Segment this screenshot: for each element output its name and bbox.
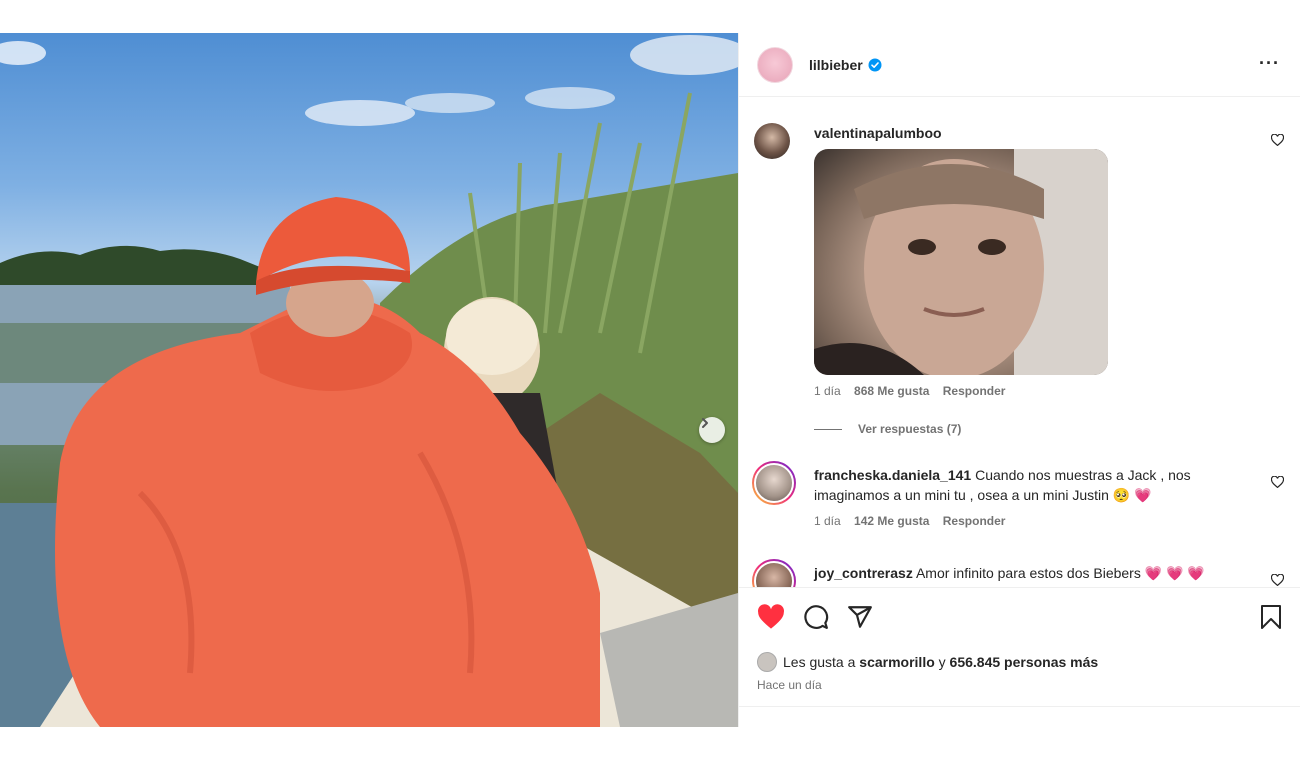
comment-likes[interactable]: 142 Me gusta [854, 514, 929, 528]
action-buttons [757, 604, 873, 630]
liker-avatar[interactable] [757, 652, 777, 672]
bookmark-icon[interactable] [1259, 604, 1283, 630]
comment-image[interactable] [814, 149, 1108, 375]
reply-button[interactable]: Responder [943, 514, 1006, 528]
post-panel: lilbieber ··· valentinapalumboo 1 día 86… [738, 33, 1300, 727]
commenter-avatar[interactable] [752, 461, 796, 505]
likes-count[interactable]: 656.845 personas más [950, 654, 1099, 670]
add-comment-area[interactable] [739, 706, 1300, 727]
reply-button[interactable]: Responder [943, 384, 1006, 398]
commenter-username[interactable]: joy_contrerasz [814, 565, 913, 581]
comment-icon[interactable] [803, 604, 829, 630]
likes-prefix: Les gusta a [783, 654, 856, 670]
likes-summary[interactable]: Les gusta a scarmorillo y 656.845 person… [757, 652, 1098, 672]
commenter-username[interactable]: francheska.daniela_141 [814, 467, 971, 483]
comment-like-heart-icon[interactable] [1270, 133, 1285, 151]
comment-photo [814, 149, 1108, 375]
comment-text: Amor infinito para estos dos Biebers 💗 💗… [915, 565, 1205, 581]
comment-meta: 1 día 142 Me gusta Responder [814, 511, 1254, 531]
comment-meta: 1 día 868 Me gusta Responder [814, 381, 1254, 401]
view-replies-label: Ver respuestas (7) [858, 422, 962, 436]
comment-like-heart-icon[interactable] [1270, 475, 1285, 493]
post-header: lilbieber ··· [739, 33, 1300, 97]
verified-icon [868, 58, 882, 72]
chevron-right-icon [702, 418, 708, 428]
replies-divider [814, 428, 842, 430]
comment-time[interactable]: 1 día [814, 384, 841, 398]
post-media[interactable] [0, 33, 738, 727]
comment-likes[interactable]: 868 Me gusta [854, 384, 929, 398]
like-heart-icon[interactable] [757, 604, 785, 630]
commenter-avatar[interactable] [754, 123, 790, 159]
author-username[interactable]: lilbieber [809, 57, 863, 73]
commenter-username[interactable]: valentinapalumboo [814, 125, 942, 141]
liker-username[interactable]: scarmorillo [859, 654, 934, 670]
more-options-button[interactable]: ··· [1259, 53, 1280, 74]
author-avatar[interactable] [757, 46, 793, 83]
post-timestamp[interactable]: Hace un día [757, 678, 822, 692]
share-icon[interactable] [847, 604, 873, 630]
post-photo [0, 35, 738, 727]
comment-time[interactable]: 1 día [814, 514, 841, 528]
comment-like-heart-icon[interactable] [1270, 573, 1285, 587]
comments-list[interactable]: valentinapalumboo 1 día 868 Me gusta Res… [739, 97, 1300, 587]
likes-joiner: y [938, 654, 946, 670]
view-replies-button[interactable]: Ver respuestas (7) [814, 419, 1254, 439]
commenter-avatar[interactable] [752, 559, 796, 587]
post-actions-section: Les gusta a scarmorillo y 656.845 person… [739, 587, 1300, 707]
carousel-next-button[interactable] [699, 417, 725, 443]
